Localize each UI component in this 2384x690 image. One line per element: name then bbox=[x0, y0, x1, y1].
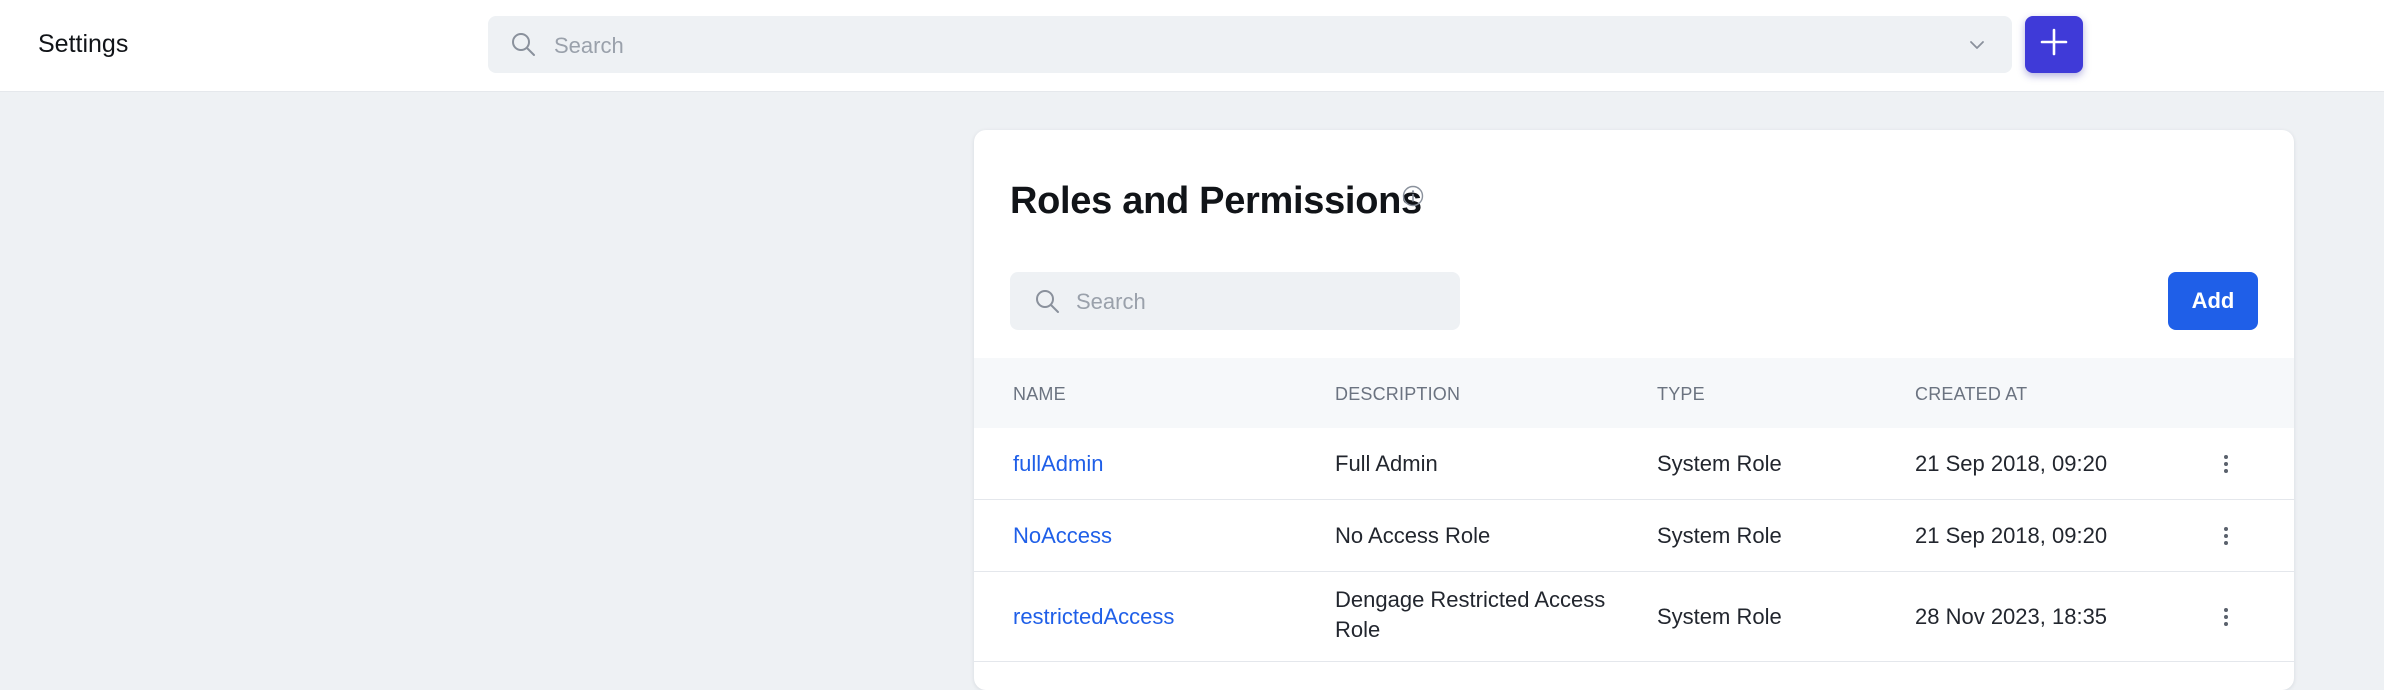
more-vertical-icon[interactable] bbox=[2214, 455, 2238, 473]
chevron-down-icon[interactable] bbox=[1968, 36, 1986, 59]
role-type: System Role bbox=[1657, 604, 1782, 629]
role-type: System Role bbox=[1657, 451, 1782, 476]
create-button[interactable] bbox=[2025, 16, 2083, 73]
role-description: No Access Role bbox=[1335, 523, 1491, 548]
role-created-at: 21 Sep 2018, 09:20 bbox=[1915, 523, 2108, 548]
column-header-description[interactable]: DESCRIPTION bbox=[1335, 384, 1460, 405]
role-name-link[interactable]: fullAdmin bbox=[1013, 451, 1103, 477]
role-description-line2: Role bbox=[1335, 617, 1381, 642]
table-header: NAME DESCRIPTION TYPE CREATED AT bbox=[974, 358, 2294, 428]
role-created-at: 28 Nov 2023, 18:35 bbox=[1915, 604, 2108, 629]
more-vertical-icon[interactable] bbox=[2214, 527, 2238, 545]
roles-search-input[interactable]: Search bbox=[1010, 272, 1460, 330]
info-icon[interactable] bbox=[1402, 185, 1424, 212]
role-description: Full Admin bbox=[1335, 451, 1438, 476]
search-icon bbox=[510, 31, 536, 62]
add-role-button[interactable]: Add bbox=[2168, 272, 2258, 330]
plus-icon bbox=[2039, 27, 2069, 62]
role-type: System Role bbox=[1657, 523, 1782, 548]
page-title: Settings bbox=[38, 30, 129, 58]
search-icon bbox=[1034, 288, 1060, 319]
role-description-line1: Dengage Restricted Access bbox=[1335, 587, 1606, 612]
column-header-created-at[interactable]: CREATED AT bbox=[1915, 384, 2027, 405]
role-created-at: 21 Sep 2018, 09:20 bbox=[1915, 451, 2108, 476]
more-vertical-icon[interactable] bbox=[2214, 608, 2238, 626]
global-search-input[interactable]: Search bbox=[488, 16, 2012, 73]
role-name-link[interactable]: NoAccess bbox=[1013, 523, 1112, 549]
global-search-placeholder: Search bbox=[554, 33, 624, 58]
top-bar: Settings Search bbox=[0, 0, 2384, 92]
column-header-name[interactable]: NAME bbox=[1013, 384, 1066, 405]
table-row[interactable]: fullAdmin Full Admin System Role 21 Sep … bbox=[974, 428, 2294, 500]
table-row[interactable]: NoAccess No Access Role System Role 21 S… bbox=[974, 500, 2294, 572]
column-header-type[interactable]: TYPE bbox=[1657, 384, 1705, 405]
role-name-link[interactable]: restrictedAccess bbox=[1013, 604, 1174, 630]
table-row[interactable]: restrictedAccess Dengage Restricted Acce… bbox=[974, 572, 2294, 662]
roles-title: Roles and Permissions bbox=[1010, 180, 1422, 222]
roles-card: Roles and Permissions Search Add NAME DE… bbox=[974, 130, 2294, 690]
roles-search-placeholder: Search bbox=[1076, 289, 1146, 314]
